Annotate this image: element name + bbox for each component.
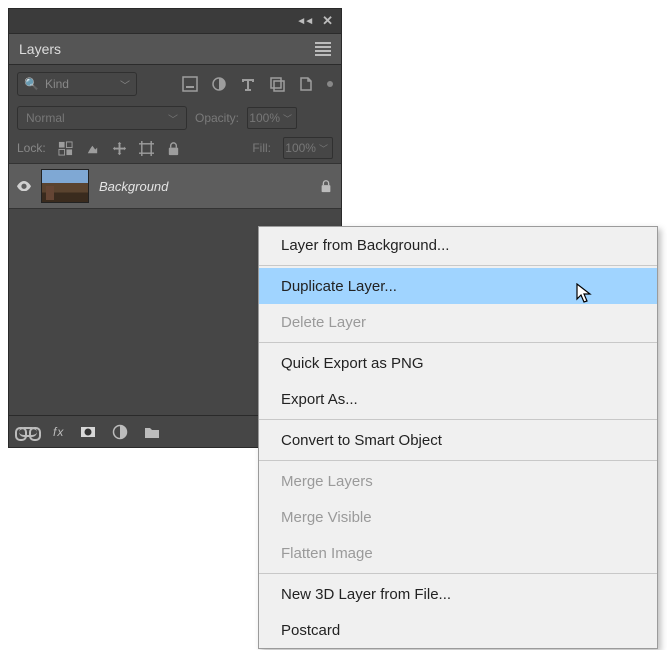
lock-artboard-icon[interactable]: [139, 141, 154, 156]
blend-bar: Normal ﹀ Opacity: 100% ﹀: [9, 103, 341, 133]
menu-item: Merge Visible: [259, 499, 657, 535]
layer-row-background[interactable]: Background: [9, 163, 341, 209]
opacity-value: 100%: [249, 111, 280, 125]
panel-menu-icon[interactable]: [315, 42, 331, 56]
lock-bar: Lock: Fill: 100% ﹀: [9, 133, 341, 163]
menu-item: Delete Layer: [259, 304, 657, 340]
lock-image-icon[interactable]: [85, 141, 100, 156]
menu-separator: [259, 342, 657, 343]
menu-item[interactable]: Layer from Background...: [259, 227, 657, 263]
chevron-down-icon: ﹀: [168, 111, 178, 126]
menu-separator: [259, 460, 657, 461]
panel-titlebar: Layers: [9, 33, 341, 65]
panel-topbar: ◄◄ ✕: [9, 9, 341, 33]
filter-bar: 🔍 Kind ﹀: [9, 65, 341, 103]
blend-mode-value: Normal: [26, 111, 65, 125]
close-icon[interactable]: ✕: [322, 13, 333, 29]
layer-style-icon[interactable]: fx: [53, 425, 64, 439]
menu-separator: [259, 573, 657, 574]
fill-input[interactable]: 100% ﹀: [283, 137, 333, 159]
chevron-down-icon: ﹀: [319, 142, 328, 155]
blend-mode-select[interactable]: Normal ﹀: [17, 106, 187, 130]
lock-icon[interactable]: [319, 179, 333, 193]
menu-item: Flatten Image: [259, 535, 657, 571]
smartobject-filter-icon[interactable]: [298, 76, 314, 92]
lock-label: Lock:: [17, 141, 46, 155]
menu-item: Merge Layers: [259, 463, 657, 499]
fill-value: 100%: [285, 141, 316, 155]
group-icon[interactable]: [144, 424, 160, 440]
menu-item[interactable]: Duplicate Layer...: [259, 268, 657, 304]
search-icon: 🔍: [24, 77, 39, 91]
type-filter-icon[interactable]: [240, 76, 256, 92]
cursor-icon: [576, 283, 592, 305]
menu-item[interactable]: Quick Export as PNG: [259, 345, 657, 381]
opacity-input[interactable]: 100% ﹀: [247, 107, 297, 129]
shape-filter-icon[interactable]: [269, 76, 285, 92]
kind-select[interactable]: 🔍 Kind ﹀: [17, 72, 137, 96]
menu-item[interactable]: Convert to Smart Object: [259, 422, 657, 458]
fill-label: Fill:: [252, 141, 271, 155]
kind-label: Kind: [45, 77, 69, 91]
adjustment-layer-icon[interactable]: [112, 424, 128, 440]
chevron-down-icon: ﹀: [120, 77, 130, 92]
chevron-down-icon: ﹀: [283, 112, 292, 125]
collapse-icon[interactable]: ◄◄: [296, 16, 312, 27]
layer-context-menu: Layer from Background... Duplicate Layer.…: [258, 226, 658, 649]
filter-toggle-icon[interactable]: [327, 81, 333, 87]
menu-separator: [259, 419, 657, 420]
layer-thumbnail[interactable]: [41, 169, 89, 203]
panel-title: Layers: [19, 41, 315, 57]
link-layers-icon[interactable]: [19, 427, 37, 437]
layer-name[interactable]: Background: [99, 179, 309, 194]
pixel-filter-icon[interactable]: [182, 76, 198, 92]
lock-all-icon[interactable]: [166, 141, 181, 156]
lock-position-icon[interactable]: [112, 141, 127, 156]
menu-separator: [259, 265, 657, 266]
menu-item[interactable]: Postcard: [259, 612, 657, 648]
menu-item[interactable]: Export As...: [259, 381, 657, 417]
adjustment-filter-icon[interactable]: [211, 76, 227, 92]
opacity-label: Opacity:: [195, 111, 239, 125]
lock-transparent-icon[interactable]: [58, 141, 73, 156]
menu-item[interactable]: New 3D Layer from File...: [259, 576, 657, 612]
visibility-icon[interactable]: [17, 181, 31, 192]
layer-mask-icon[interactable]: [80, 424, 96, 440]
